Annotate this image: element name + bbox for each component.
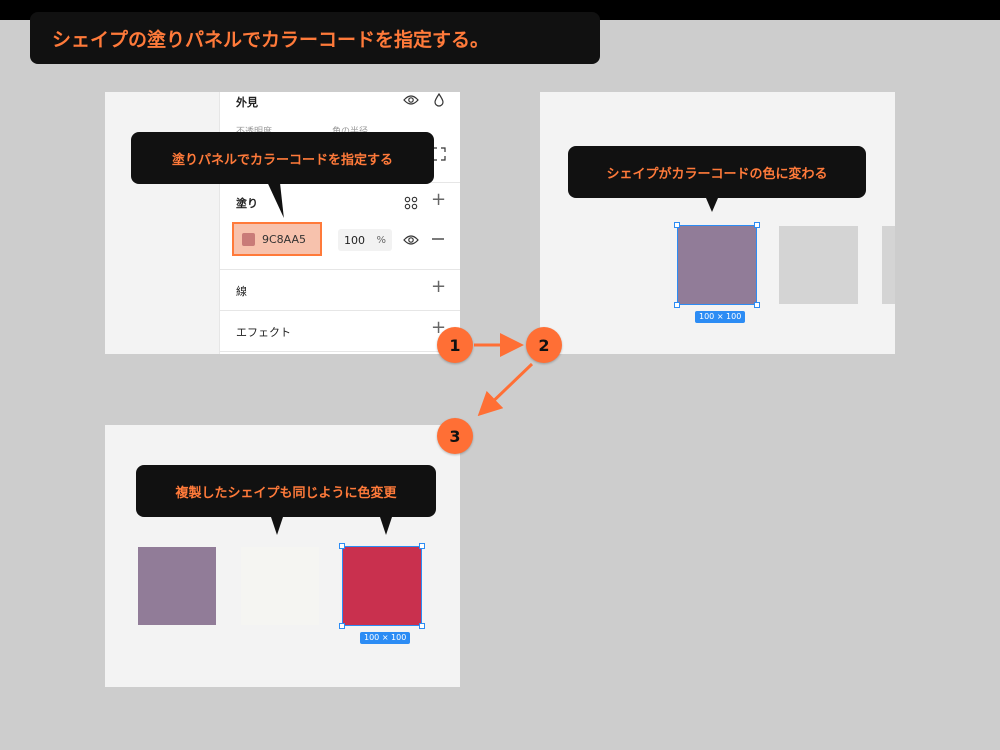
fill-opacity-value: 100 <box>344 233 365 247</box>
callout-tail <box>271 517 283 535</box>
remove-fill-minus-icon[interactable] <box>431 232 445 250</box>
callout-tail <box>380 517 392 535</box>
add-stroke-plus-icon[interactable]: + <box>431 278 446 296</box>
expand-corners-icon[interactable] <box>432 147 446 165</box>
recolored-shape[interactable] <box>677 225 757 305</box>
arrow-2-to-3 <box>477 362 534 417</box>
divider <box>220 351 460 352</box>
callout-tail <box>706 198 718 212</box>
selection-handle[interactable] <box>419 543 425 549</box>
selection-handle[interactable] <box>754 302 760 308</box>
selection-handle[interactable] <box>674 222 680 228</box>
droplet-icon[interactable] <box>433 92 445 111</box>
purple-shape[interactable] <box>138 547 216 625</box>
size-badge: 100 × 100 <box>360 632 411 644</box>
selection-handle[interactable] <box>674 302 680 308</box>
step-3-badge: 3 <box>437 418 473 454</box>
step-1-badge: 1 <box>437 327 473 363</box>
add-fill-plus-icon[interactable]: + <box>431 191 446 209</box>
percent-sign: % <box>376 234 386 246</box>
red-shape[interactable] <box>342 546 422 626</box>
appearance-label: 外見 <box>236 96 258 109</box>
stroke-label: 線 <box>236 285 247 298</box>
effect-label: エフェクト <box>236 326 291 339</box>
size-badge: 100 × 100 <box>695 311 746 323</box>
fill-visibility-eye-icon[interactable] <box>403 234 419 250</box>
offwhite-shape[interactable] <box>241 547 319 625</box>
selection-handle[interactable] <box>339 543 345 549</box>
recolored-shape-screenshot: シェイプがカラーコードの色に変わる 100 × 100 <box>540 92 895 354</box>
fill-label: 塗り <box>236 197 258 210</box>
gray-shape-partial[interactable] <box>882 226 895 304</box>
divider <box>220 269 460 270</box>
selection-handle[interactable] <box>754 222 760 228</box>
callout-duplicate-changed: 複製したシェイプも同じように色変更 <box>136 465 436 517</box>
callout-fill-panel: 塗りパネルでカラーコードを指定する <box>131 132 434 184</box>
step-2-badge: 2 <box>526 327 562 363</box>
fill-hex-input[interactable]: 9C8AA5 <box>232 222 322 256</box>
fill-opacity-input[interactable]: 100 % <box>338 229 392 251</box>
fill-color-swatch[interactable] <box>242 232 255 246</box>
selection-handle[interactable] <box>419 623 425 629</box>
eye-icon[interactable] <box>403 94 419 110</box>
divider <box>220 310 460 311</box>
selection-handle[interactable] <box>339 623 345 629</box>
callout-shape-changed: シェイプがカラーコードの色に変わる <box>568 146 866 198</box>
fill-panel-screenshot: 外見 不透明度 角の半径 塗り + 9C8AA5 100 % <box>105 92 460 354</box>
grid-dots-icon[interactable] <box>404 196 418 214</box>
page-title: シェイプの塗りパネルでカラーコードを指定する。 <box>30 12 600 64</box>
fill-hex-value: 9C8AA5 <box>262 232 307 246</box>
duplicated-shape-screenshot: 複製したシェイプも同じように色変更 100 × 100 <box>105 425 460 687</box>
gray-shape[interactable] <box>779 226 858 304</box>
